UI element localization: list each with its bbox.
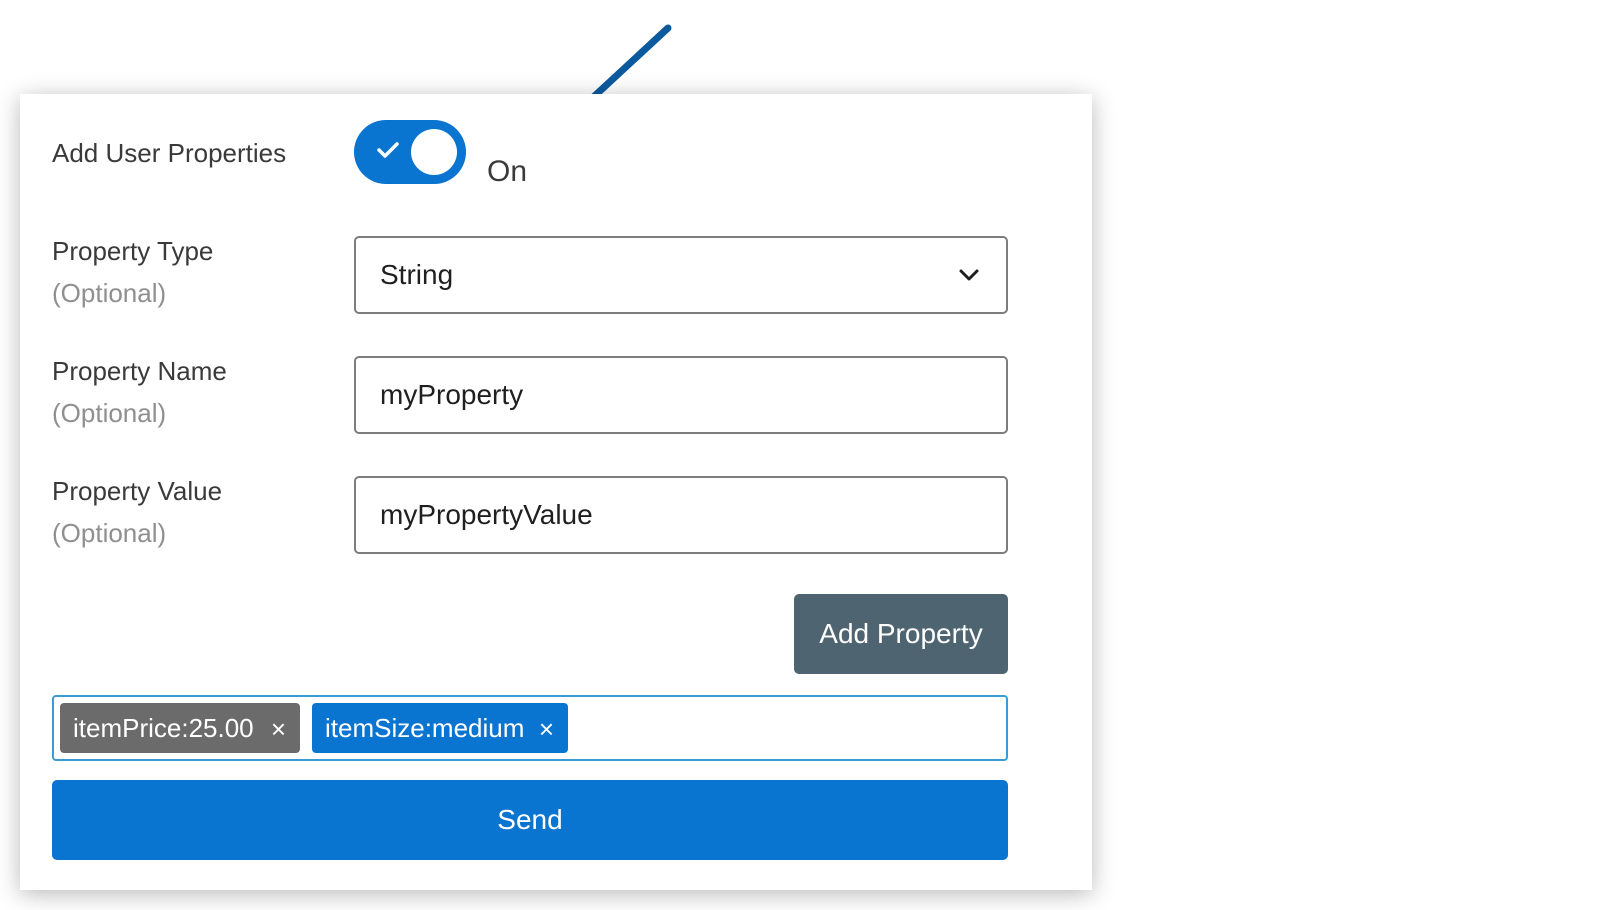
page: Add User Properties On Property Type (Op… <box>0 0 1618 910</box>
property-type-select[interactable]: String <box>354 236 1008 314</box>
toggle-knob <box>411 129 457 175</box>
close-icon[interactable]: × <box>271 703 286 755</box>
properties-tag-input[interactable]: itemPrice:25.00 × itemSize:medium × <box>52 695 1008 761</box>
property-name-input[interactable]: myProperty <box>354 356 1008 434</box>
property-name-value: myProperty <box>380 379 524 410</box>
property-value-label: Property Value (Optional) <box>52 470 222 554</box>
check-icon <box>377 142 399 158</box>
property-type-label-text: Property Type <box>52 236 214 266</box>
property-type-value: String <box>380 259 454 290</box>
property-tag[interactable]: itemSize:medium × <box>312 703 568 753</box>
optional-hint: (Optional) <box>52 518 167 548</box>
toggle-state-text: On <box>487 155 528 188</box>
property-name-label-text: Property Name <box>52 356 227 386</box>
property-type-label: Property Type (Optional) <box>52 230 213 314</box>
optional-hint: (Optional) <box>52 278 167 308</box>
chevron-down-icon <box>959 269 979 281</box>
property-tag-text: itemPrice:25.00 <box>73 713 254 743</box>
property-value-label-text: Property Value <box>52 476 223 506</box>
property-name-label: Property Name (Optional) <box>52 350 227 434</box>
add-property-button[interactable]: Add Property <box>794 594 1008 674</box>
user-properties-form: Add User Properties On Property Type (Op… <box>20 94 1092 890</box>
close-icon[interactable]: × <box>539 703 554 755</box>
add-user-properties-toggle[interactable] <box>354 120 466 184</box>
property-value-input[interactable]: myPropertyValue <box>354 476 1008 554</box>
toggle-label: Add User Properties <box>52 138 287 168</box>
property-tag[interactable]: itemPrice:25.00 × <box>60 703 300 753</box>
send-button[interactable]: Send <box>52 780 1008 860</box>
property-tag-text: itemSize:medium <box>325 713 525 743</box>
optional-hint: (Optional) <box>52 398 167 428</box>
property-value-value: myPropertyValue <box>380 499 593 530</box>
